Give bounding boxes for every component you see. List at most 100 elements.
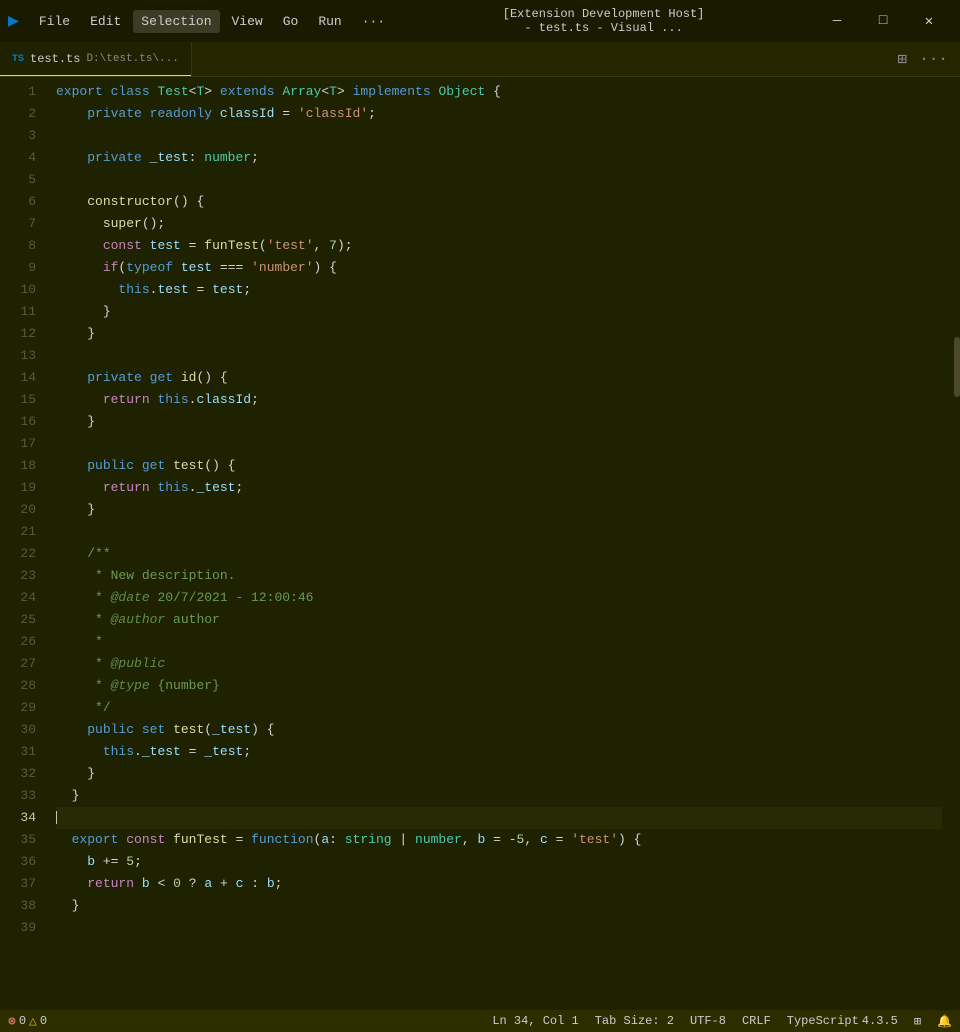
ln-28: 28 (0, 675, 36, 697)
ln-36: 36 (0, 851, 36, 873)
window-controls: — □ ✕ (814, 6, 952, 36)
tabbar: TS test.ts D:\test.ts\... ⊞ ··· (0, 42, 960, 77)
menu-go[interactable]: Go (275, 10, 307, 33)
menu-file[interactable]: File (31, 10, 78, 33)
status-encoding[interactable]: UTF-8 (690, 1014, 726, 1028)
code-line-4: private _test: number; (56, 147, 942, 169)
menu-view[interactable]: View (224, 10, 271, 33)
code-line-19: return this._test; (56, 477, 942, 499)
ln-32: 32 (0, 763, 36, 785)
ln-33: 33 (0, 785, 36, 807)
code-line-7: super(); (56, 213, 942, 235)
code-line-37: return b < 0 ? a + c : b; (56, 873, 942, 895)
tab-filename: test.ts (30, 52, 80, 66)
language-label: TypeScript (787, 1014, 859, 1028)
line-numbers: 1 2 3 4 5 6 7 8 9 10 11 12 13 14 15 16 1… (0, 77, 48, 1010)
warning-icon: △ (29, 1014, 37, 1029)
status-tab-size[interactable]: Tab Size: 2 (595, 1014, 674, 1028)
more-actions-button[interactable]: ··· (915, 48, 952, 70)
tab-size-label: Tab Size: 2 (595, 1014, 674, 1028)
code-line-39 (56, 917, 942, 939)
ln-31: 31 (0, 741, 36, 763)
editor-tab[interactable]: TS test.ts D:\test.ts\... (0, 42, 192, 76)
status-errors[interactable]: ⊗ 0 △ 0 (8, 1014, 47, 1029)
code-line-21 (56, 521, 942, 543)
code-line-20: } (56, 499, 942, 521)
line-ending-label: CRLF (742, 1014, 771, 1028)
ln-13: 13 (0, 345, 36, 367)
status-position[interactable]: Ln 34, Col 1 (492, 1014, 578, 1028)
split-editor-button[interactable]: ⊞ (894, 47, 912, 71)
code-line-30: public set test(_test) { (56, 719, 942, 741)
menu-selection[interactable]: Selection (133, 10, 219, 33)
ln-6: 6 (0, 191, 36, 213)
ln-38: 38 (0, 895, 36, 917)
status-language[interactable]: TypeScript 4.3.5 (787, 1014, 898, 1028)
code-line-25: * @author author (56, 609, 942, 631)
ln-23: 23 (0, 565, 36, 587)
tab-ts-icon: TS (12, 54, 24, 65)
ln-37: 37 (0, 873, 36, 895)
scrollbar-thumb[interactable] (954, 337, 960, 397)
cursor-position: Ln 34, Col 1 (492, 1014, 578, 1028)
remote-icon: ⊞ (914, 1014, 921, 1029)
ln-15: 15 (0, 389, 36, 411)
code-line-1: export class Test<T> extends Array<T> im… (56, 81, 942, 103)
ln-1: 1 (0, 81, 36, 103)
ln-21: 21 (0, 521, 36, 543)
warning-count: 0 (40, 1014, 47, 1028)
code-line-12: } (56, 323, 942, 345)
status-bell[interactable]: 🔔 (937, 1014, 952, 1029)
bell-icon: 🔔 (937, 1014, 952, 1029)
maximize-button[interactable]: □ (860, 6, 906, 36)
encoding-label: UTF-8 (690, 1014, 726, 1028)
ln-8: 8 (0, 235, 36, 257)
ln-12: 12 (0, 323, 36, 345)
titlebar: ▶ File Edit Selection View Go Run ··· [E… (0, 0, 960, 42)
ln-30: 30 (0, 719, 36, 741)
tab-actions: ⊞ ··· (894, 42, 960, 76)
ln-18: 18 (0, 455, 36, 477)
ln-16: 16 (0, 411, 36, 433)
close-button[interactable]: ✕ (906, 6, 952, 36)
code-line-31: this._test = _test; (56, 741, 942, 763)
code-line-26: * (56, 631, 942, 653)
ln-19: 19 (0, 477, 36, 499)
code-line-24: * @date 20/7/2021 - 12:00:46 (56, 587, 942, 609)
ln-34: 34 (0, 807, 36, 829)
vscode-logo-icon: ▶ (8, 10, 19, 32)
tab-filepath: D:\test.ts\... (86, 53, 178, 65)
ln-26: 26 (0, 631, 36, 653)
menu-edit[interactable]: Edit (82, 10, 129, 33)
code-line-13 (56, 345, 942, 367)
code-line-3 (56, 125, 942, 147)
error-count: 0 (19, 1014, 26, 1028)
code-line-17 (56, 433, 942, 455)
code-line-33: } (56, 785, 942, 807)
code-line-35: export const funTest = function(a: strin… (56, 829, 942, 851)
code-line-6: constructor() { (56, 191, 942, 213)
ln-27: 27 (0, 653, 36, 675)
language-version: 4.3.5 (862, 1014, 898, 1028)
ln-22: 22 (0, 543, 36, 565)
status-line-ending[interactable]: CRLF (742, 1014, 771, 1028)
menu-run[interactable]: Run (310, 10, 349, 33)
menu-more[interactable]: ··· (354, 10, 393, 33)
ln-39: 39 (0, 917, 36, 939)
ln-35: 35 (0, 829, 36, 851)
error-icon: ⊗ (8, 1014, 16, 1029)
code-line-32: } (56, 763, 942, 785)
status-remote[interactable]: ⊞ (914, 1014, 921, 1029)
code-line-2: private readonly classId = 'classId'; (56, 103, 942, 125)
scrollbar[interactable] (950, 77, 960, 1010)
code-content[interactable]: export class Test<T> extends Array<T> im… (48, 77, 950, 1010)
ln-25: 25 (0, 609, 36, 631)
code-line-16: } (56, 411, 942, 433)
ln-5: 5 (0, 169, 36, 191)
code-line-28: * @type {number} (56, 675, 942, 697)
ln-10: 10 (0, 279, 36, 301)
statusbar: ⊗ 0 △ 0 Ln 34, Col 1 Tab Size: 2 UTF-8 C… (0, 1010, 960, 1032)
minimize-button[interactable]: — (814, 6, 860, 36)
ln-9: 9 (0, 257, 36, 279)
code-line-5 (56, 169, 942, 191)
